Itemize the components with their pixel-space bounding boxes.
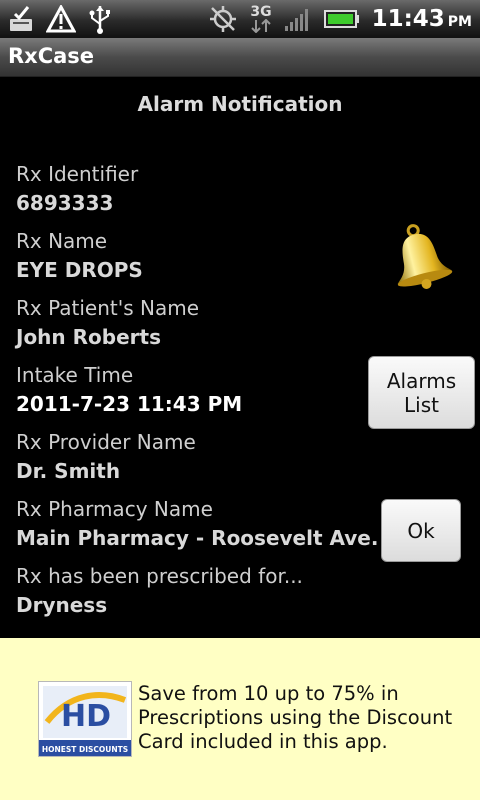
alarms-list-button[interactable]: Alarms List <box>368 356 475 429</box>
status-bar: 3G 11:43 PM <box>0 0 480 38</box>
rx-identifier-label: Rx Identifier <box>16 162 139 186</box>
status-bar-left <box>8 4 112 34</box>
pharmacy-name-label: Rx Pharmacy Name <box>16 497 213 521</box>
ad-text[interactable]: Save from 10 up to 75% in Prescriptions … <box>138 682 458 754</box>
prescribed-for-label: Rx has been prescribed for... <box>16 564 303 588</box>
ad-line-2: Prescriptions using the Discount <box>138 706 453 729</box>
gps-off-icon <box>208 4 238 34</box>
provider-name-label: Rx Provider Name <box>16 430 196 454</box>
alarms-list-line2: List <box>404 392 439 417</box>
screen-heading: Alarm Notification <box>137 92 343 116</box>
alarms-list-line1: Alarms <box>386 368 457 393</box>
honest-discounts-logo[interactable]: HD HONEST DISCOUNTS <box>38 681 132 757</box>
battery-icon <box>323 9 360 29</box>
task-check-icon <box>8 5 34 33</box>
status-clock: 11:43 PM <box>372 6 472 32</box>
status-bar-right: 3G 11:43 PM <box>208 0 472 38</box>
ad-banner[interactable]: HD HONEST DISCOUNTS Save from 10 up to 7… <box>0 638 480 800</box>
network-type-icon: 3G <box>250 4 272 33</box>
bell-icon <box>384 222 454 294</box>
ad-line-3: Card included in this app. <box>138 730 388 753</box>
patient-name-label: Rx Patient's Name <box>16 296 200 320</box>
logo-caption: HONEST DISCOUNTS <box>42 745 128 754</box>
title-bar: RxCase <box>0 38 480 77</box>
signal-icon <box>284 6 312 32</box>
rx-identifier-value: 6893333 <box>16 191 114 215</box>
rx-name-value: EYE DROPS <box>16 258 143 282</box>
ad-line-1: Save from 10 up to 75% in <box>138 682 399 705</box>
clock-time: 11:43 <box>371 6 445 32</box>
warning-icon <box>46 5 76 33</box>
rx-name-label: Rx Name <box>16 229 108 253</box>
alarms-list-button-label: Alarms List <box>387 369 456 417</box>
usb-icon <box>88 4 112 34</box>
app-title: RxCase <box>8 44 95 68</box>
clock-ampm: PM <box>447 14 472 30</box>
intake-time-label: Intake Time <box>16 363 134 387</box>
provider-name-value: Dr. Smith <box>16 459 121 483</box>
logo-letters: HD <box>61 699 111 734</box>
pharmacy-name-value: Main Pharmacy - Roosevelt Ave. <box>16 526 379 550</box>
ok-button[interactable]: Ok <box>381 499 461 562</box>
patient-name-value: John Roberts <box>16 325 161 349</box>
intake-time-value: 2011-7-23 11:43 PM <box>16 392 243 416</box>
network-type-label: 3G <box>250 4 272 20</box>
prescribed-for-value: Dryness <box>16 593 108 617</box>
